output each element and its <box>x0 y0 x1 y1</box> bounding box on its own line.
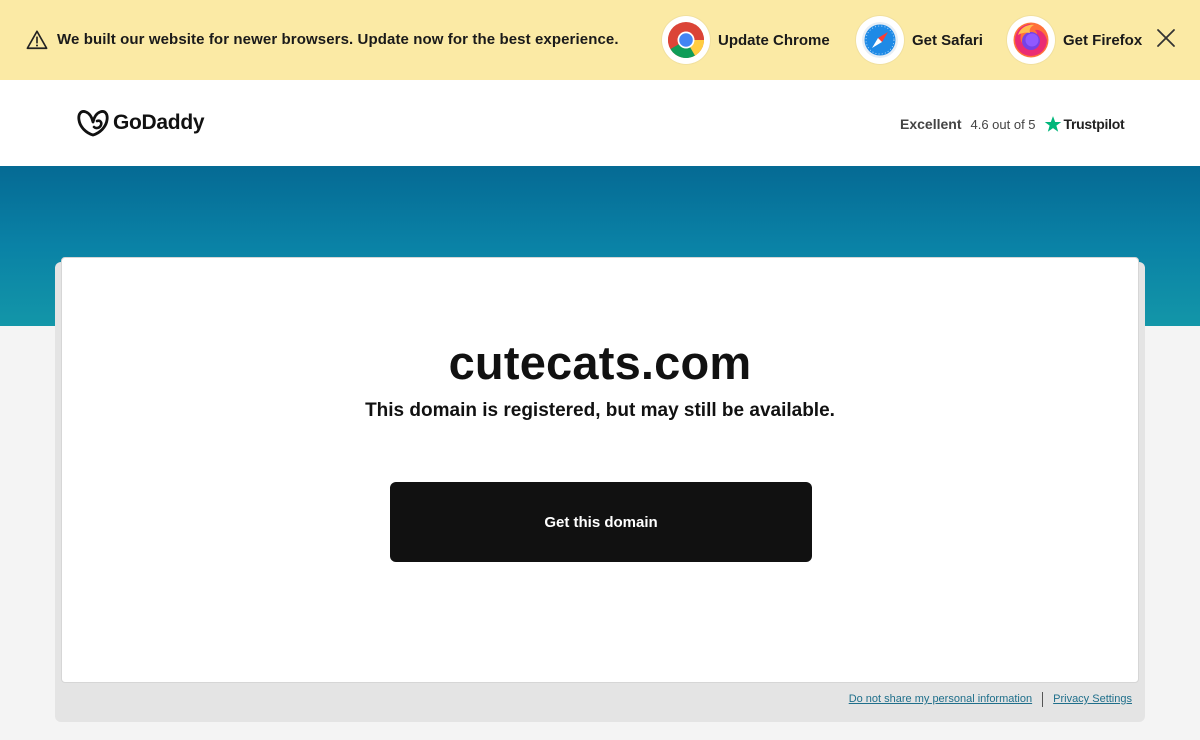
footer-divider <box>1042 691 1044 707</box>
get-safari-label: Get Safari <box>912 31 983 49</box>
update-chrome-link[interactable]: Update Chrome <box>662 16 830 64</box>
trustpilot-brand: Trustpilot <box>1063 116 1125 132</box>
close-icon[interactable] <box>1155 27 1177 49</box>
privacy-settings-link[interactable]: Privacy Settings <box>1053 693 1132 705</box>
warning-triangle-icon <box>26 30 48 50</box>
banner-message: We built our website for newer browsers.… <box>57 31 619 48</box>
domain-card: cutecats.com This domain is registered, … <box>61 257 1139 683</box>
trustpilot-star-icon <box>1044 116 1061 132</box>
domain-name: cutecats.com <box>448 336 752 389</box>
godaddy-logo-icon <box>77 110 109 137</box>
rating-label: Excellent <box>900 116 962 132</box>
logo-wordmark: GoDaddy <box>113 111 205 134</box>
chrome-logo-icon <box>662 16 710 64</box>
trustpilot-rating[interactable]: Excellent 4.6 out of 5 Trustpilot <box>900 114 1125 134</box>
footer-links: Do not share my personal information Pri… <box>849 690 1132 708</box>
get-firefox-label: Get Firefox <box>1063 31 1143 49</box>
safari-logo-icon <box>856 16 904 64</box>
get-firefox-link[interactable]: Get Firefox <box>1007 16 1142 64</box>
get-this-domain-button[interactable]: Get this domain <box>390 482 812 562</box>
rating-score: 4.6 out of 5 <box>970 116 1036 132</box>
get-safari-link[interactable]: Get Safari <box>856 16 983 64</box>
browser-update-banner: We built our website for newer browsers.… <box>0 0 1200 80</box>
domain-status-text: This domain is registered, but may still… <box>365 400 835 421</box>
update-chrome-label: Update Chrome <box>718 31 830 49</box>
do-not-share-link[interactable]: Do not share my personal information <box>849 693 1032 705</box>
godaddy-logo[interactable]: GoDaddy <box>77 108 205 138</box>
site-header: GoDaddy Excellent 4.6 out of 5 Trustpilo… <box>0 80 1200 166</box>
firefox-logo-icon <box>1007 16 1055 64</box>
